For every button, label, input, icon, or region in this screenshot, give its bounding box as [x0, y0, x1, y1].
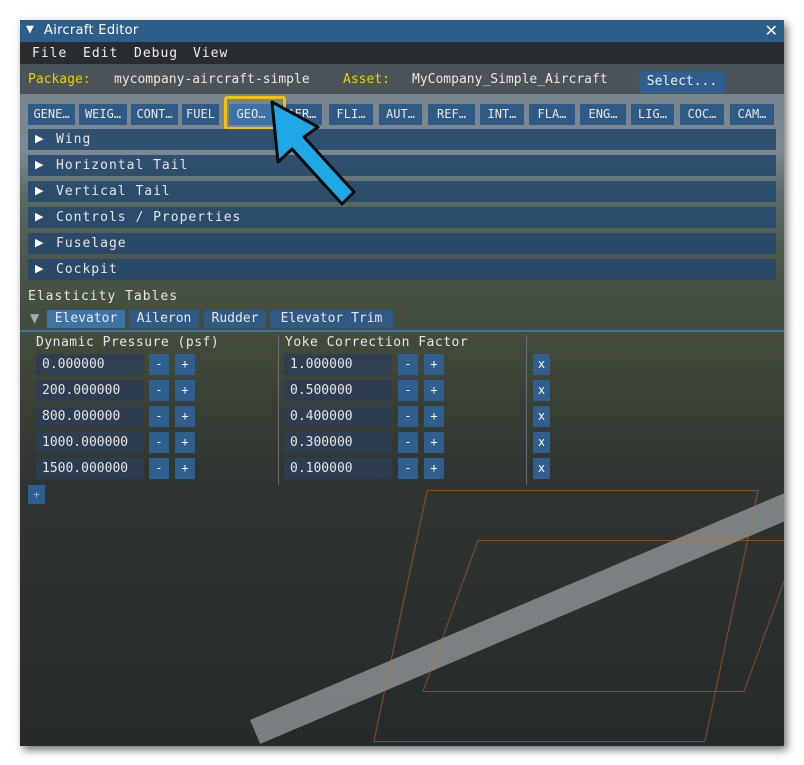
pressure-decrement-button[interactable]: -: [149, 380, 169, 401]
factor-decrement-button[interactable]: -: [398, 406, 418, 427]
column-divider: [278, 335, 279, 485]
tab-controls[interactable]: CONT…: [131, 104, 178, 125]
factor-decrement-button[interactable]: -: [398, 432, 418, 453]
tab-engines[interactable]: ENG…: [580, 104, 626, 125]
factor-field[interactable]: 1.000000: [284, 354, 392, 375]
tab-flaps[interactable]: FLA…: [529, 104, 575, 125]
factor-decrement-button[interactable]: -: [398, 380, 418, 401]
collapse-triangle-icon[interactable]: ▼: [26, 22, 34, 37]
expand-arrow-icon: ▶: [35, 184, 44, 197]
pressure-field[interactable]: 1500.000000: [36, 458, 144, 479]
section-label: Controls / Properties: [56, 210, 242, 225]
section-vertical-tail[interactable]: ▶ Vertical Tail: [28, 181, 776, 202]
remove-row-button[interactable]: x: [533, 458, 550, 479]
tab-interior[interactable]: INT…: [480, 104, 524, 125]
factor-increment-button[interactable]: +: [424, 406, 444, 427]
menu-file[interactable]: File: [32, 46, 67, 61]
window-title: Aircraft Editor: [44, 23, 139, 38]
pressure-increment-button[interactable]: +: [175, 354, 195, 375]
factor-increment-button[interactable]: +: [424, 458, 444, 479]
expand-arrow-icon: ▶: [35, 158, 44, 171]
asset-value: MyCompany_Simple_Aircraft: [412, 72, 608, 87]
section-fuselage[interactable]: ▶ Fuselage: [28, 233, 776, 254]
factor-field[interactable]: 0.400000: [284, 406, 392, 427]
dynamic-pressure-header: Dynamic Pressure (psf): [36, 335, 220, 350]
close-icon[interactable]: ✕: [765, 21, 778, 40]
factor-increment-button[interactable]: +: [424, 354, 444, 375]
section-cockpit[interactable]: ▶ Cockpit: [28, 259, 776, 280]
remove-row-button[interactable]: x: [533, 380, 550, 401]
pointer-arrow-icon: [270, 100, 356, 206]
tab-reference[interactable]: REF…: [428, 104, 475, 125]
section-controls-properties[interactable]: ▶ Controls / Properties: [28, 207, 776, 228]
pressure-field[interactable]: 1000.000000: [36, 432, 144, 453]
expand-arrow-icon: ▶: [35, 262, 44, 275]
pressure-decrement-button[interactable]: -: [149, 432, 169, 453]
factor-decrement-button[interactable]: -: [398, 458, 418, 479]
tab-autopilot[interactable]: AUT…: [379, 104, 422, 125]
menu-bar: File Edit Debug View: [20, 42, 784, 64]
wireframe-outline: [422, 540, 784, 692]
pressure-decrement-button[interactable]: -: [149, 458, 169, 479]
aircraft-editor-window: ▼ Aircraft Editor ✕ File Edit Debug View…: [20, 20, 784, 746]
title-bar[interactable]: ▼ Aircraft Editor ✕: [20, 20, 784, 42]
tab-camera[interactable]: CAM…: [730, 104, 774, 125]
menu-debug[interactable]: Debug: [134, 46, 178, 61]
tab-cockpit[interactable]: COC…: [680, 104, 724, 125]
factor-field[interactable]: 0.500000: [284, 380, 392, 401]
remove-row-button[interactable]: x: [533, 354, 550, 375]
remove-row-button[interactable]: x: [533, 432, 550, 453]
factor-increment-button[interactable]: +: [424, 432, 444, 453]
category-tabs: GENE… WEIG… CONT… FUEL GEO… AER… FLI… AU…: [20, 102, 784, 126]
tab-elevator-trim[interactable]: Elevator Trim: [270, 310, 393, 328]
tab-elevator[interactable]: Elevator: [47, 310, 125, 328]
elasticity-tables-label: Elasticity Tables: [28, 289, 179, 304]
pressure-increment-button[interactable]: +: [175, 380, 195, 401]
pressure-field[interactable]: 200.000000: [36, 380, 144, 401]
section-wing[interactable]: ▶ Wing: [28, 129, 776, 150]
pressure-decrement-button[interactable]: -: [149, 406, 169, 427]
tab-general[interactable]: GENE…: [28, 104, 75, 125]
yoke-correction-header: Yoke Correction Factor: [285, 335, 469, 350]
factor-field[interactable]: 0.300000: [284, 432, 392, 453]
menu-edit[interactable]: Edit: [83, 46, 118, 61]
section-label: Horizontal Tail: [56, 158, 189, 173]
factor-decrement-button[interactable]: -: [398, 354, 418, 375]
tab-fuel[interactable]: FUEL: [182, 104, 219, 125]
package-label: Package:: [28, 72, 91, 87]
section-horizontal-tail[interactable]: ▶ Horizontal Tail: [28, 155, 776, 176]
factor-field[interactable]: 0.100000: [284, 458, 392, 479]
factor-increment-button[interactable]: +: [424, 380, 444, 401]
tab-aileron[interactable]: Aileron: [129, 310, 199, 328]
pressure-increment-button[interactable]: +: [175, 458, 195, 479]
menu-view[interactable]: View: [193, 46, 228, 61]
tab-weight[interactable]: WEIG…: [79, 104, 127, 125]
elasticity-tabs: ▼ Elevator Aileron Rudder Elevator Trim: [20, 310, 784, 332]
section-label: Cockpit: [56, 262, 118, 277]
tab-rudder[interactable]: Rudder: [204, 310, 266, 328]
section-label: Fuselage: [56, 236, 127, 251]
pressure-increment-button[interactable]: +: [175, 432, 195, 453]
expand-arrow-icon: ▶: [35, 210, 44, 223]
section-label: Vertical Tail: [56, 184, 171, 199]
remove-row-button[interactable]: x: [533, 406, 550, 427]
collapse-triangle-icon[interactable]: ▼: [30, 311, 39, 325]
add-row-button[interactable]: +: [28, 485, 45, 504]
package-value: mycompany-aircraft-simple: [114, 72, 310, 87]
pressure-decrement-button[interactable]: -: [149, 354, 169, 375]
pressure-field[interactable]: 0.000000: [36, 354, 144, 375]
pressure-increment-button[interactable]: +: [175, 406, 195, 427]
section-label: Wing: [56, 132, 92, 147]
asset-label: Asset:: [343, 72, 390, 87]
expand-arrow-icon: ▶: [35, 132, 44, 145]
pressure-field[interactable]: 800.000000: [36, 406, 144, 427]
tab-lights[interactable]: LIG…: [631, 104, 674, 125]
column-divider: [526, 335, 527, 485]
expand-arrow-icon: ▶: [35, 236, 44, 249]
select-button[interactable]: Select...: [639, 71, 725, 93]
